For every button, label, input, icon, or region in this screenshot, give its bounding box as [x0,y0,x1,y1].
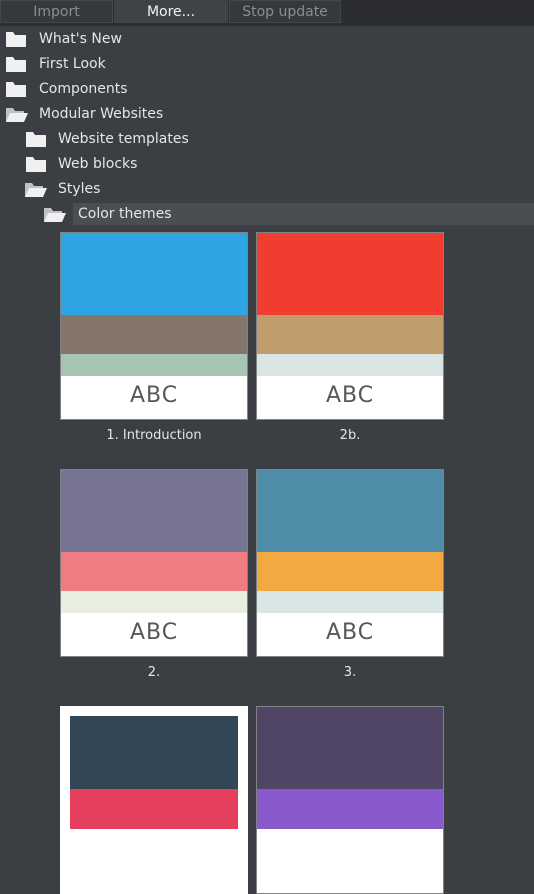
tree-item-label: Web blocks [58,156,138,172]
theme-caption: 1. Introduction [106,428,202,443]
color-swatch [61,354,247,376]
tree-item-components[interactable]: Components [0,78,534,100]
tree-item-first-look[interactable]: First Look [0,53,534,75]
color-swatch [257,552,443,591]
theme-tile[interactable] [256,706,444,894]
color-swatch [61,591,247,613]
tree-item-label: First Look [39,56,106,72]
color-swatch [257,707,443,789]
tree-item-label: Website templates [58,131,189,147]
folder-closed-icon [26,132,46,147]
color-swatch [61,233,247,315]
tree-item-label: Modular Websites [39,106,164,122]
theme-caption: 2b. [339,428,361,443]
tree-item-label: Color themes [78,206,172,222]
tree-item-modular-websites[interactable]: Modular Websites [0,103,534,125]
color-swatch [61,470,247,552]
theme-tile[interactable]: ABC [256,232,444,420]
folder-open-icon [25,182,47,197]
color-swatch [61,552,247,591]
color-swatch [257,315,443,354]
color-swatch [257,470,443,552]
sample-text: ABC [129,383,179,408]
folder-closed-icon [6,82,26,97]
tree-item-whats-new[interactable]: What's New [0,28,534,50]
color-swatch [257,233,443,315]
tree-item-color-themes[interactable]: Color themes [0,203,534,225]
color-swatch [61,315,247,354]
sample-text: ABC [325,383,375,408]
tree-item-website-templates[interactable]: Website templates [0,128,534,150]
sample-text: ABC [129,620,179,645]
folder-open-icon [44,207,66,222]
tree-item-web-blocks[interactable]: Web blocks [0,153,534,175]
sample-text: ABC [325,620,375,645]
color-swatch [70,716,238,789]
folder-closed-icon [6,32,26,47]
import-button[interactable]: Import [0,0,113,23]
toolbar: Import More... Stop update [0,0,534,26]
selection-highlight: Color themes [73,203,534,225]
color-swatch [70,789,238,829]
color-swatch [257,591,443,613]
stop-update-button[interactable]: Stop update [229,0,341,23]
tree-item-styles[interactable]: Styles [0,178,534,200]
tree-item-label: Components [39,81,128,97]
theme-tile[interactable]: ABC [60,469,248,657]
theme-caption: 3. [343,665,357,680]
tree-item-label: Styles [58,181,101,197]
tree-item-label: What's New [39,31,122,47]
color-swatch [257,354,443,376]
folder-closed-icon [26,157,46,172]
folder-open-icon [6,107,28,122]
folder-closed-icon [6,57,26,72]
color-swatch [257,789,443,829]
theme-tile[interactable]: ABC [60,232,248,420]
theme-caption: 2. [147,665,161,680]
theme-tile[interactable]: ABC [256,469,444,657]
theme-tile[interactable] [60,706,248,894]
more-button[interactable]: More... [114,0,228,23]
